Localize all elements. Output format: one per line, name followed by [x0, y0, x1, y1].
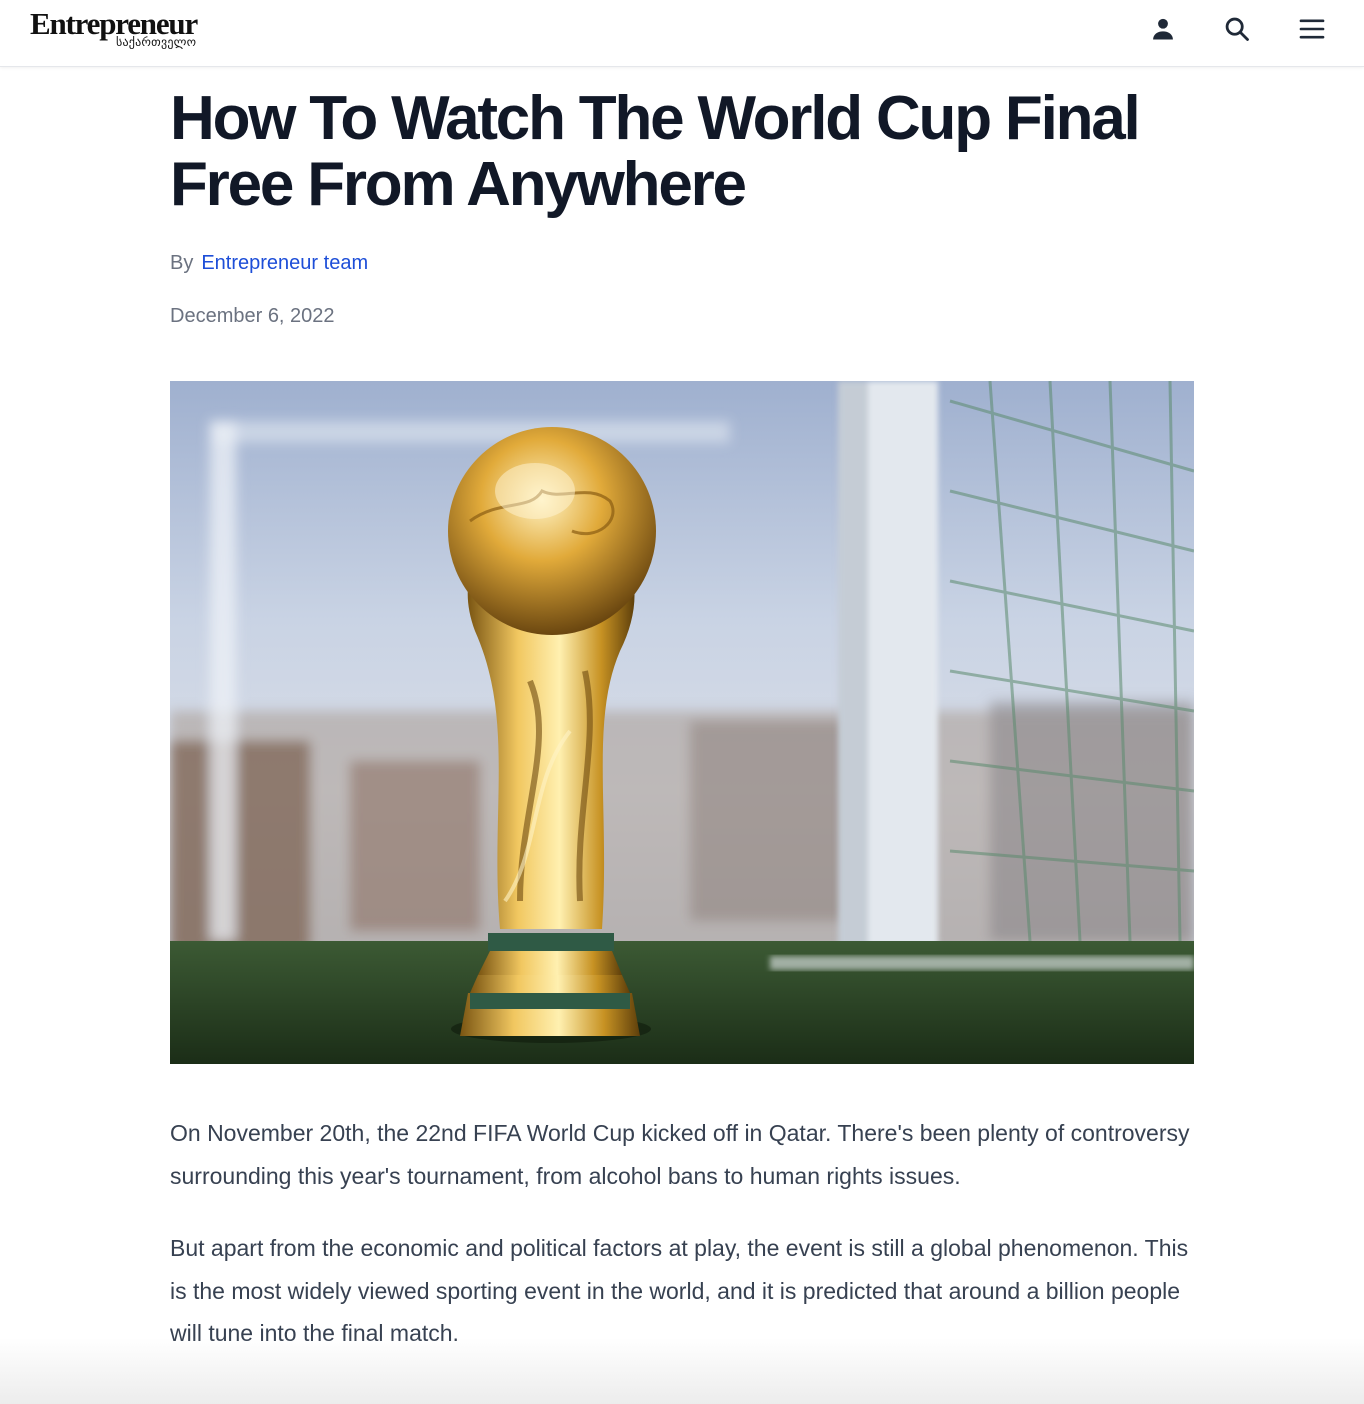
by-label: By: [170, 252, 194, 274]
logo-edition: საქართველო: [116, 35, 197, 49]
author-link[interactable]: Entrepreneur team: [201, 252, 368, 274]
byline: By Entrepreneur team: [170, 252, 368, 275]
article-paragraph: On November 20th, the 22nd FIFA World Cu…: [170, 1120, 1190, 1189]
entrepreneur-logo[interactable]: Entrepreneur საქართველო: [30, 6, 210, 56]
search-icon[interactable]: [1222, 14, 1252, 44]
article-header: How To Watch The World Cup Final Free Fr…: [170, 84, 1194, 328]
hero-image-world-cup-trophy: [170, 381, 1194, 1064]
article-paragraph: But apart from the economic and politica…: [170, 1235, 1189, 1346]
publish-date: December 6, 2022: [170, 305, 335, 327]
article-body: On November 20th, the 22nd FIFA World Cu…: [170, 1112, 1194, 1385]
article-title: How To Watch The World Cup Final Free Fr…: [170, 84, 1141, 219]
menu-icon[interactable]: [1297, 14, 1327, 44]
user-icon[interactable]: [1148, 14, 1178, 44]
top-navigation-bar: Entrepreneur საქართველო: [0, 0, 1364, 67]
